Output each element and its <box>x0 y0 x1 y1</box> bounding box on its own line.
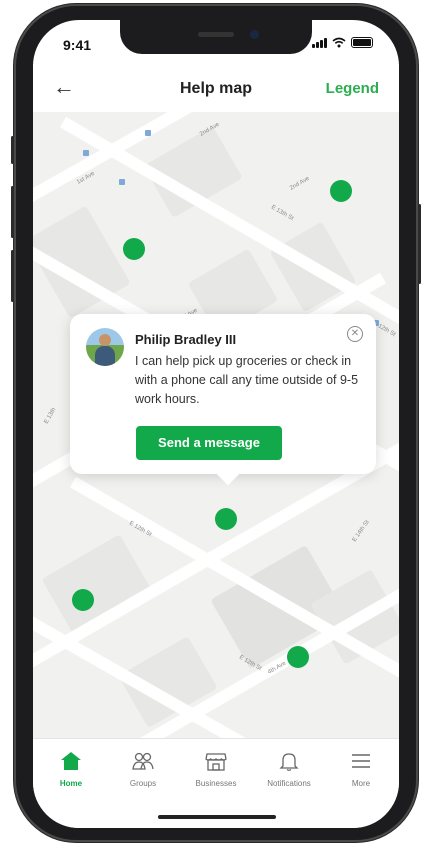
tab-label: Businesses <box>195 779 237 788</box>
status-icons <box>312 37 373 48</box>
street-label: E 13th St <box>270 205 295 223</box>
menu-icon <box>325 749 397 773</box>
close-icon[interactable]: ✕ <box>347 326 363 342</box>
legend-button[interactable]: Legend <box>326 80 379 97</box>
battery-icon <box>351 37 373 48</box>
notch <box>120 20 312 54</box>
street-label: 2nd Ave <box>289 175 311 191</box>
bottom-tab-bar: Home Groups Businesses Notifications Mor… <box>33 738 399 828</box>
home-indicator[interactable] <box>158 815 276 819</box>
side-button-mute <box>11 136 14 164</box>
tab-home[interactable]: Home <box>35 749 107 788</box>
bell-icon <box>253 749 325 773</box>
wifi-icon <box>332 37 346 48</box>
tab-businesses[interactable]: Businesses <box>180 749 252 788</box>
helper-pin[interactable] <box>215 508 237 530</box>
speaker <box>198 32 234 37</box>
avatar <box>86 328 124 366</box>
helper-pin[interactable] <box>72 589 94 611</box>
tab-label: More <box>351 779 371 788</box>
side-button-volume-down <box>11 250 14 302</box>
status-time: 9:41 <box>63 37 92 53</box>
helper-pin[interactable] <box>123 238 145 260</box>
tab-more[interactable]: More <box>325 749 397 788</box>
help-map[interactable]: 1st Ave 2nd Ave E 13th St 2nd Ave E 12th… <box>33 112 399 738</box>
side-button-volume-up <box>11 186 14 238</box>
helper-pin[interactable] <box>287 646 309 668</box>
groups-icon <box>107 749 179 773</box>
send-message-button[interactable]: Send a message <box>136 426 282 460</box>
front-camera <box>250 30 259 39</box>
home-icon <box>35 749 107 773</box>
helper-pin[interactable] <box>330 180 352 202</box>
tab-groups[interactable]: Groups <box>107 749 179 788</box>
tab-label: Groups <box>129 779 157 788</box>
street-label: E 14th St <box>352 519 371 543</box>
helper-name: Philip Bradley III <box>135 332 237 347</box>
signal-icon <box>312 37 327 48</box>
tab-notifications[interactable]: Notifications <box>253 749 325 788</box>
tab-label: Home <box>59 779 83 788</box>
helper-message: I can help pick up groceries or check in… <box>135 354 359 406</box>
street-label: E 13th <box>44 407 58 425</box>
helper-popup: Philip Bradley III I can help pick up gr… <box>70 314 376 474</box>
tab-label: Notifications <box>267 779 311 788</box>
app-header: ← Help map Legend <box>33 64 399 112</box>
side-button-power <box>418 204 421 284</box>
store-icon <box>180 749 252 773</box>
phone-screen: 9:41 ← Help map Legend 1st Ave 2nd Ave E… <box>33 20 399 828</box>
